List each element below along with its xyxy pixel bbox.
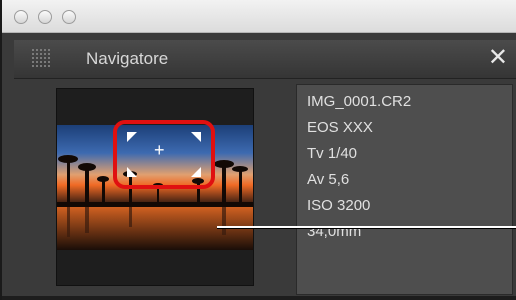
minimize-window-button[interactable]: [38, 10, 52, 24]
info-filename: IMG_0001.CR2: [307, 93, 412, 110]
zoom-frame[interactable]: +: [113, 120, 215, 189]
callout-line-shadow: [217, 228, 516, 229]
window-chrome: [2, 0, 516, 33]
crosshair-icon: +: [154, 140, 165, 160]
info-shutter: Tv 1/40: [307, 145, 358, 162]
panel-content: + IMG_0001.CR2 EOS XXX Tv 1/40 Av 5,6 IS…: [14, 79, 516, 300]
close-icon[interactable]: ✕: [488, 45, 508, 71]
thumbnail-frame: +: [56, 88, 254, 286]
info-aperture: Av 5,6: [307, 171, 350, 188]
close-window-button[interactable]: [14, 10, 28, 24]
grip-icon[interactable]: [32, 49, 52, 69]
panel-title: Navigatore: [86, 49, 169, 68]
window-bottom-edge: [2, 296, 516, 300]
panel-header: Navigatore ✕: [14, 40, 516, 79]
zoom-window-button[interactable]: [62, 10, 76, 24]
navigator-window: Navigatore ✕ + IMG_0001.CR2 EOS XXX Tv 1…: [0, 0, 516, 300]
image-info-panel: IMG_0001.CR2 EOS XXX Tv 1/40 Av 5,6 ISO …: [296, 84, 513, 295]
info-camera: EOS XXX: [307, 119, 373, 136]
info-iso: ISO 3200: [307, 197, 371, 214]
